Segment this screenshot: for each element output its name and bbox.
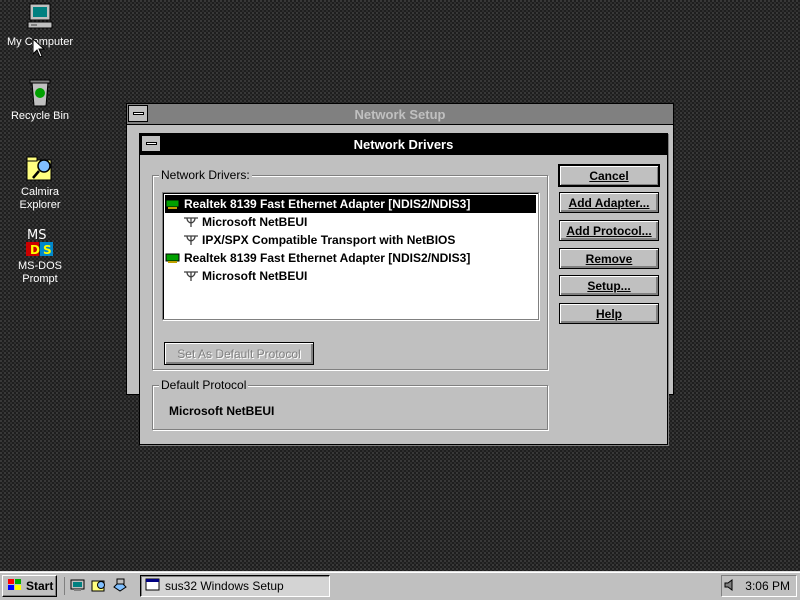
network-drivers-group-label: Network Drivers: xyxy=(159,168,252,182)
setup-button[interactable]: Setup... xyxy=(559,275,659,296)
list-item-label: Realtek 8139 Fast Ethernet Adapter [NDIS… xyxy=(184,197,471,211)
list-item-label: Microsoft NetBEUI xyxy=(202,215,308,229)
network-adapter-icon xyxy=(165,252,181,264)
list-item-protocol[interactable]: IPX/SPX Compatible Transport with NetBIO… xyxy=(165,231,536,249)
cancel-button-label: Cancel xyxy=(589,168,629,183)
msdos-icon: MS D S xyxy=(24,226,56,258)
quick-launch-explorer-icon[interactable] xyxy=(91,577,107,595)
cancel-button[interactable]: Cancel xyxy=(559,165,659,186)
desktop-icon-recycle-bin[interactable]: Recycle Bin xyxy=(2,76,78,123)
list-item-protocol[interactable]: Microsoft NetBEUI xyxy=(165,267,536,285)
quick-launch xyxy=(64,577,128,595)
system-menu-button[interactable] xyxy=(128,105,148,122)
system-tray: 3:06 PM xyxy=(721,575,797,597)
windows-logo-icon xyxy=(7,578,23,595)
add-protocol-button-label: Add Protocol... xyxy=(566,223,652,238)
task-button-label: sus32 Windows Setup xyxy=(165,579,284,593)
protocol-icon xyxy=(183,270,199,282)
add-adapter-button[interactable]: Add Adapter... xyxy=(559,192,659,213)
default-protocol-label: Default Protocol xyxy=(159,378,249,392)
list-item-protocol[interactable]: Microsoft NetBEUI xyxy=(165,213,536,231)
list-item-label: IPX/SPX Compatible Transport with NetBIO… xyxy=(202,233,456,247)
taskbar: Start sus32 Windows Setup 3:06 PM xyxy=(0,571,800,600)
protocol-icon xyxy=(183,234,199,246)
help-button[interactable]: Help xyxy=(559,303,659,324)
network-drivers-dialog: Network Drivers Network Drivers: Realtek… xyxy=(139,133,668,445)
start-button[interactable]: Start xyxy=(2,575,57,597)
set-default-protocol-label: Set As Default Protocol xyxy=(177,346,301,361)
svg-text:MS: MS xyxy=(27,228,46,243)
default-protocol-group: Default Protocol Microsoft NetBEUI xyxy=(152,378,548,430)
list-item-adapter[interactable]: Realtek 8139 Fast Ethernet Adapter [NDIS… xyxy=(165,249,536,267)
set-default-protocol-button[interactable]: Set As Default Protocol xyxy=(164,342,314,365)
quick-launch-network-icon[interactable] xyxy=(112,577,128,595)
network-drivers-group: Network Drivers: Realtek 8139 Fast Ether… xyxy=(152,168,548,370)
setup-window-icon xyxy=(145,578,161,595)
mouse-pointer-icon xyxy=(32,37,46,61)
network-adapter-icon xyxy=(165,198,181,210)
volume-icon[interactable] xyxy=(723,578,737,595)
explorer-icon xyxy=(24,152,56,184)
desktop-icon-label: Calmira Explorer xyxy=(19,186,61,211)
recycle-bin-icon xyxy=(24,76,56,108)
add-adapter-button-label: Add Adapter... xyxy=(568,195,650,210)
desktop-icon-label: MS-DOS Prompt xyxy=(18,260,62,285)
desktop-icon-msdos-prompt[interactable]: MS D S MS-DOS Prompt xyxy=(2,226,78,286)
svg-text:S: S xyxy=(43,243,52,257)
list-item-label: Realtek 8139 Fast Ethernet Adapter [NDIS… xyxy=(184,251,471,265)
remove-button-label: Remove xyxy=(585,251,633,266)
computer-icon xyxy=(24,2,56,34)
network-setup-titlebar[interactable]: Network Setup xyxy=(127,104,673,125)
desktop-icon-calmira-explorer[interactable]: Calmira Explorer xyxy=(2,152,78,212)
desktop-icon-label: Recycle Bin xyxy=(10,110,70,122)
help-button-label: Help xyxy=(595,306,622,321)
task-button-sus32-windows-setup[interactable]: sus32 Windows Setup xyxy=(140,575,330,597)
default-protocol-value: Microsoft NetBEUI xyxy=(169,404,275,418)
start-label: Start xyxy=(26,579,54,593)
quick-launch-desktop-icon[interactable] xyxy=(70,577,86,595)
system-menu-button[interactable] xyxy=(141,135,161,152)
add-protocol-button[interactable]: Add Protocol... xyxy=(559,220,659,241)
setup-button-label: Setup... xyxy=(587,278,631,293)
clock[interactable]: 3:06 PM xyxy=(745,579,790,593)
remove-button[interactable]: Remove xyxy=(559,248,659,269)
network-setup-title: Network Setup xyxy=(354,106,446,122)
svg-text:D: D xyxy=(30,243,40,257)
network-drivers-titlebar[interactable]: Network Drivers xyxy=(140,134,667,155)
network-drivers-title: Network Drivers xyxy=(353,136,454,152)
list-item-adapter[interactable]: Realtek 8139 Fast Ethernet Adapter [NDIS… xyxy=(165,195,536,213)
network-drivers-list[interactable]: Realtek 8139 Fast Ethernet Adapter [NDIS… xyxy=(162,192,539,320)
protocol-icon xyxy=(183,216,199,228)
list-item-label: Microsoft NetBEUI xyxy=(202,269,308,283)
